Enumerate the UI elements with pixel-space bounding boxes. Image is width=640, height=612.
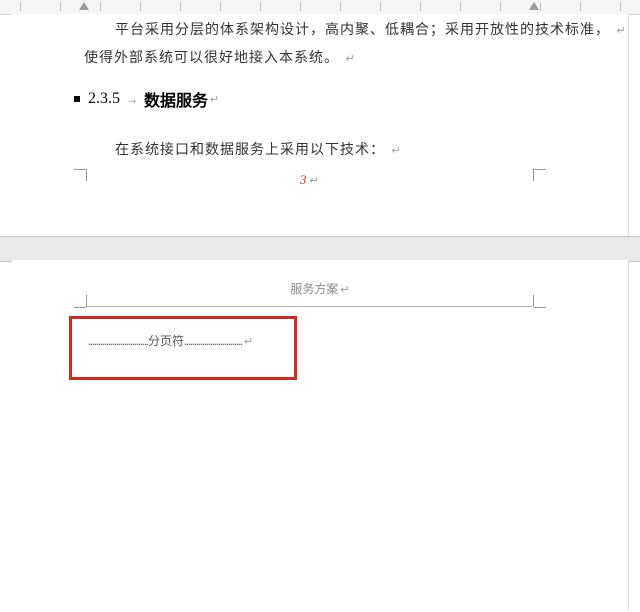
horizontal-ruler[interactable] [0, 0, 640, 15]
text: 在系统接口和数据服务上采用以下技术： [115, 143, 385, 158]
ruler-tick [620, 3, 621, 11]
page-header[interactable]: 服务方案↵ [12, 280, 628, 297]
margin-corner-icon [533, 169, 534, 181]
paragraph-mark-icon: ↵ [307, 175, 318, 187]
heading-text: 数据服务 [144, 87, 208, 111]
margin-corner-icon [74, 307, 86, 308]
leader-dots: .............................. [88, 334, 148, 348]
margin-corner-icon [533, 295, 534, 307]
leader-dots: ............................. [184, 334, 242, 348]
tab-arrow-icon: → [120, 92, 144, 107]
bullet-icon [74, 96, 80, 102]
paragraph-mark-icon: ↵ [208, 93, 219, 106]
margin-corner-icon [86, 169, 87, 181]
ruler-tick [140, 3, 141, 11]
margin-corner-icon [86, 295, 87, 307]
ruler-tick [20, 3, 21, 11]
body-text-line[interactable]: 在系统接口和数据服务上采用以下技术： ↵ [115, 137, 402, 165]
ruler-tick [100, 3, 101, 11]
page-break-indicator[interactable]: ..............................分页符.......… [88, 332, 253, 349]
page-gap [0, 236, 640, 262]
right-indent-marker[interactable] [529, 2, 539, 10]
ruler-tick [540, 3, 541, 11]
ruler-tick [580, 3, 581, 11]
text: 平台采用分层的体系架构设计，高内聚、低耦合；采用开放性的技术标准， [115, 23, 610, 38]
margin-corner-icon [534, 307, 546, 308]
page-break-label: 分页符 [148, 334, 184, 348]
page-1[interactable]: 平台采用分层的体系架构设计，高内聚、低耦合；采用开放性的技术标准， ↵ 使得外部… [12, 14, 629, 236]
header-rule [87, 306, 532, 307]
paragraph-mark-icon: ↵ [344, 53, 356, 65]
paragraph-mark-icon: ↵ [615, 25, 627, 37]
ruler-tick [220, 3, 221, 11]
ruler-tick [420, 3, 421, 11]
margin-corner-icon [534, 169, 546, 170]
margin-corner-icon [74, 169, 86, 170]
body-text-line[interactable]: 平台采用分层的体系架构设计，高内聚、低耦合；采用开放性的技术标准， ↵ [115, 17, 627, 45]
heading-2-3-5[interactable]: 2.3.5 → 数据服务 ↵ [74, 87, 219, 111]
body-text-line[interactable]: 使得外部系统可以很好地接入本系统。 ↵ [84, 45, 356, 73]
page-2[interactable]: 服务方案↵ ..............................分页符.… [12, 260, 629, 610]
left-indent-marker[interactable] [79, 2, 89, 10]
ruler-tick [380, 3, 381, 11]
ruler-tick [60, 3, 61, 11]
ruler-tick [340, 3, 341, 11]
ruler-tick [460, 3, 461, 11]
page-number-value: 3 [300, 172, 307, 187]
footer-page-number[interactable]: 3↵ [300, 172, 318, 188]
paragraph-mark-icon: ↵ [338, 284, 349, 296]
text: 使得外部系统可以很好地接入本系统。 [84, 51, 339, 66]
ruler-tick [300, 3, 301, 11]
ruler-tick [500, 3, 501, 11]
ruler-tick [180, 3, 181, 11]
paragraph-mark-icon: ↵ [242, 336, 253, 348]
document-editing-area[interactable]: 平台采用分层的体系架构设计，高内聚、低耦合；采用开放性的技术标准， ↵ 使得外部… [0, 0, 640, 612]
heading-number: 2.3.5 [88, 90, 120, 108]
header-text: 服务方案 [290, 282, 338, 296]
paragraph-mark-icon: ↵ [390, 145, 402, 157]
ruler-tick [260, 3, 261, 11]
